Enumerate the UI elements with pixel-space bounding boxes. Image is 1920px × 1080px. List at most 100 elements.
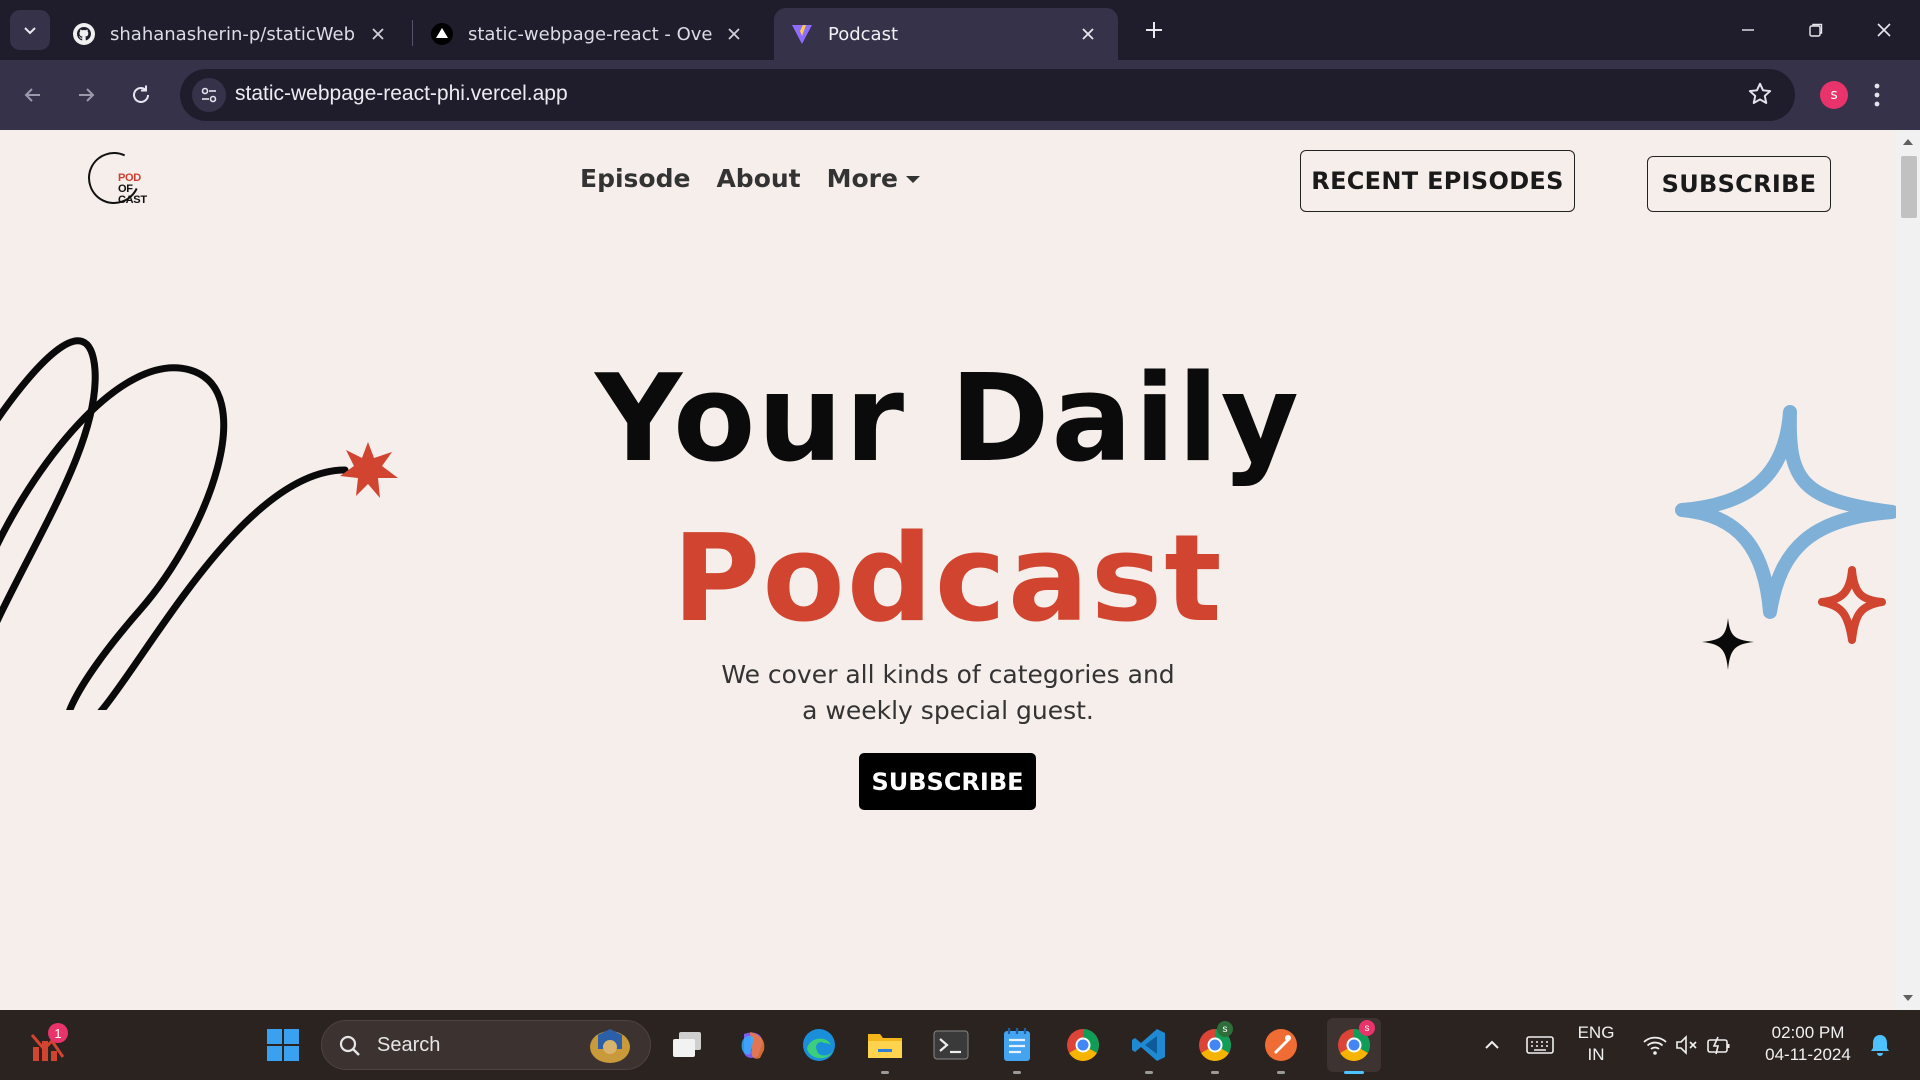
running-indicator	[881, 1071, 889, 1074]
address-bar[interactable]: static-webpage-react-phi.vercel.app	[180, 69, 1795, 121]
recent-episodes-button[interactable]: RECENT EPISODES	[1300, 150, 1575, 212]
terminal-icon	[933, 1030, 969, 1060]
vscode-icon	[1132, 1029, 1165, 1061]
close-window-button[interactable]	[1850, 0, 1918, 60]
profile-avatar[interactable]: s	[1820, 81, 1848, 109]
volume-muted-icon	[1676, 1035, 1697, 1055]
url-text[interactable]: static-webpage-react-phi.vercel.app	[235, 82, 568, 106]
tab-github[interactable]: shahanasherin-p/staticWebpag	[56, 8, 408, 60]
tab-separator	[412, 20, 413, 46]
page-scrollbar[interactable]	[1896, 130, 1920, 1010]
red-sparkle-icon	[1818, 566, 1886, 644]
running-indicator	[1145, 1071, 1153, 1074]
tab-search-button[interactable]	[10, 10, 50, 50]
close-icon	[1877, 23, 1891, 37]
clock-date: 04-11-2024	[1765, 1045, 1851, 1064]
search-highlight-icon	[590, 1029, 630, 1063]
running-indicator	[1013, 1071, 1021, 1074]
notifications-button[interactable]	[1860, 1025, 1900, 1065]
running-indicator	[1211, 1071, 1219, 1074]
logo-text-cast: CAST	[118, 194, 147, 206]
notepad-button[interactable]	[997, 1025, 1037, 1074]
task-view-button[interactable]	[667, 1025, 707, 1065]
reload-icon	[133, 85, 149, 103]
widgets-button[interactable]: 1	[28, 1023, 68, 1065]
more-menu-icon[interactable]	[1873, 77, 1881, 117]
wifi-icon	[1643, 1036, 1667, 1055]
close-tab-icon[interactable]	[720, 20, 748, 48]
bell-icon	[1871, 1035, 1889, 1056]
chevron-down-icon	[24, 27, 36, 35]
minimize-icon	[1742, 29, 1754, 31]
keyboard-button[interactable]	[1520, 1025, 1560, 1065]
back-button[interactable]	[14, 76, 52, 114]
hero-subtitle-line2: a weekly special guest.	[802, 696, 1094, 725]
site-info-button[interactable]	[192, 78, 226, 112]
chrome-active-button[interactable]: s	[1327, 1018, 1381, 1074]
battery-charging-icon	[1707, 1036, 1730, 1055]
postman-button[interactable]	[1261, 1025, 1301, 1074]
notification-badge: 1	[48, 1023, 68, 1043]
edge-button[interactable]	[799, 1025, 839, 1065]
arrow-right-icon	[79, 88, 95, 102]
main-nav: Episode About More	[580, 164, 946, 193]
folder-icon	[868, 1034, 902, 1058]
bookmark-star-icon[interactable]	[1747, 81, 1773, 111]
arrow-left-icon	[24, 88, 40, 102]
vscode-button[interactable]	[1129, 1025, 1169, 1074]
taskbar-search[interactable]: Search	[321, 1020, 651, 1070]
clock[interactable]: 02:00 PM 04-11-2024	[1752, 1022, 1864, 1066]
tab-podcast[interactable]: Podcast	[774, 8, 1118, 60]
windows-icon	[267, 1029, 299, 1061]
caret-down-icon	[905, 176, 920, 183]
plus-icon	[1146, 22, 1162, 38]
forward-button[interactable]	[67, 76, 105, 114]
hero-subtitle: We cover all kinds of categories and a w…	[0, 657, 1896, 729]
restore-button[interactable]	[1782, 0, 1850, 60]
close-tab-icon[interactable]	[1074, 20, 1102, 48]
file-explorer-button[interactable]	[865, 1025, 905, 1074]
tab-title: shahanasherin-p/staticWebpag	[110, 23, 356, 45]
browser-toolbar: static-webpage-react-phi.vercel.app s	[0, 60, 1920, 130]
task-view-icon	[673, 1032, 701, 1057]
hero-title-line2: Podcast	[672, 510, 1224, 649]
podcast-logo[interactable]: POD OF CAST	[80, 144, 152, 212]
show-hidden-icons-button[interactable]	[1472, 1025, 1512, 1065]
blue-sparkle-icon	[1675, 405, 1896, 619]
github-icon	[72, 22, 96, 46]
copilot-icon	[741, 1032, 765, 1059]
terminal-button[interactable]	[931, 1025, 971, 1065]
subscribe-header-button[interactable]: SUBSCRIBE	[1647, 156, 1831, 212]
chrome-profile-button[interactable]: s	[1195, 1021, 1235, 1074]
scroll-up-arrow-icon[interactable]	[1903, 139, 1913, 145]
hero-subtitle-line1: We cover all kinds of categories and	[721, 660, 1175, 689]
region-label: IN	[1587, 1045, 1605, 1064]
nav-about[interactable]: About	[716, 164, 800, 193]
profile-badge: s	[1217, 1021, 1233, 1037]
keyboard-icon	[1526, 1036, 1554, 1054]
subscribe-hero-button[interactable]: SUBSCRIBE	[859, 753, 1036, 810]
chrome-button[interactable]	[1063, 1025, 1103, 1065]
copilot-button[interactable]	[733, 1025, 773, 1065]
search-icon	[339, 1035, 360, 1056]
reload-button[interactable]	[122, 76, 160, 114]
start-button[interactable]	[263, 1025, 303, 1065]
windows-taskbar: 1 Search s s ENG IN 02:00 PM 04-11-2024	[0, 1010, 1920, 1080]
nav-episode[interactable]: Episode	[580, 164, 690, 193]
nav-more-dropdown[interactable]: More	[827, 164, 920, 193]
tab-title: Podcast	[828, 23, 899, 45]
quick-settings-button[interactable]	[1632, 1025, 1742, 1065]
hero-title-line1: Your Daily	[595, 350, 1301, 489]
language-label: ENG	[1577, 1023, 1615, 1042]
close-tab-icon[interactable]	[364, 20, 392, 48]
language-indicator[interactable]: ENG IN	[1572, 1022, 1620, 1066]
tab-vercel[interactable]: static-webpage-react - Overvie	[414, 8, 764, 60]
minimize-button[interactable]	[1714, 0, 1782, 60]
edge-icon	[803, 1029, 835, 1061]
chrome-icon	[1067, 1029, 1099, 1061]
scrollbar-thumb[interactable]	[1901, 156, 1917, 218]
new-tab-button[interactable]	[1136, 12, 1172, 48]
postman-icon	[1265, 1029, 1297, 1061]
scroll-down-arrow-icon[interactable]	[1903, 995, 1913, 1001]
tune-icon	[201, 87, 217, 103]
